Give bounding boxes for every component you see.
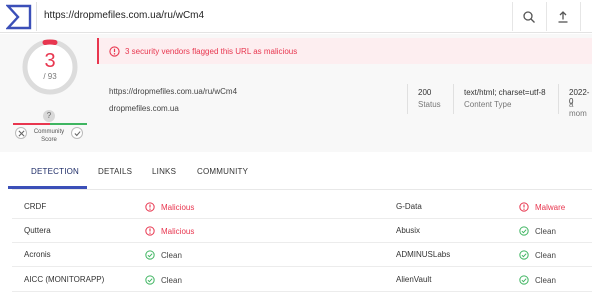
vendor-name: G-Data [396, 195, 422, 219]
url-search-box[interactable]: https://dropmefiles.com.ua/ru/wCm4 [36, 2, 592, 31]
alert-circle-icon [145, 226, 155, 236]
check-circle-icon [145, 275, 155, 285]
check-icon [74, 130, 81, 136]
vendor-name: CRDF [24, 195, 46, 219]
vendor-result-text: Clean [161, 250, 182, 260]
vendor-result: Malicious [145, 195, 194, 219]
vendor-result: Malware [519, 195, 565, 219]
tab-details[interactable]: DETAILS [98, 156, 132, 190]
vendor-name-text: G-Data [396, 202, 422, 211]
vendor-result-text: Clean [535, 226, 556, 236]
detection-score-count: 3 [44, 50, 56, 72]
community-score-bar [13, 123, 87, 125]
close-icon [18, 130, 24, 136]
vendor-name: AICC (MONITORAPP) [24, 268, 104, 292]
apps-button[interactable] [580, 2, 592, 31]
vote-malicious-button[interactable] [71, 127, 83, 139]
vendor-name-text: Abusix [396, 226, 421, 235]
community-score-label: Community Score [33, 129, 65, 143]
vendor-name-text: AICC (MONITORAPP) [24, 275, 105, 284]
vendor-result-text: Clean [161, 275, 182, 285]
virustotal-logo-icon[interactable] [6, 4, 32, 30]
malicious-alert-banner: 3 security vendors flagged this URL as m… [97, 38, 592, 64]
vendor-name: AlienVault [396, 268, 431, 292]
vendor-name: Acronis [24, 243, 51, 267]
last-analysis-date-label: a mom [569, 100, 587, 118]
search-button[interactable] [512, 2, 544, 31]
check-circle-icon [519, 226, 529, 236]
active-tab-indicator [8, 186, 87, 189]
search-icon [522, 10, 535, 23]
vendor-result: Malicious [145, 219, 194, 243]
table-row: AICC (MONITORAPP) Clean AlienVault Clean [12, 268, 592, 292]
table-row: Acronis Clean ADMINUSLabs Clean [12, 243, 592, 267]
vendor-result-text: Clean [535, 275, 556, 285]
vendor-result: Clean [145, 243, 182, 267]
vendor-name-text: Quttera [24, 226, 51, 235]
tab-community[interactable]: COMMUNITY [197, 156, 248, 190]
alert-circle-icon [519, 202, 529, 212]
vote-harmless-button[interactable] [15, 127, 27, 139]
scanned-domain[interactable]: dropmefiles.com.ua [109, 104, 179, 113]
content-type-value: text/html; charset=utf-8 [464, 88, 546, 97]
search-url-text[interactable]: https://dropmefiles.com.ua/ru/wCm4 [44, 10, 204, 21]
divider [453, 84, 454, 114]
vendor-name: Quttera [24, 219, 51, 243]
alert-circle-icon [145, 202, 155, 212]
vendor-result-text: Malicious [161, 226, 195, 236]
vendor-name-text: ADMINUSLabs [396, 250, 451, 259]
vendor-name: ADMINUSLabs [396, 243, 450, 267]
upload-icon [558, 10, 567, 23]
divider [407, 84, 408, 114]
vendor-result-text: Malicious [161, 202, 195, 212]
vendor-result-text: Malware [535, 202, 566, 212]
upload-button[interactable] [546, 2, 578, 31]
status-label: Status [418, 100, 441, 109]
vendor-name-text: AlienVault [396, 275, 432, 284]
detection-score-total: / 93 [43, 72, 57, 81]
vendor-name-text: CRDF [24, 202, 47, 211]
alert-circle-icon [109, 45, 120, 57]
vendor-result: Clean [519, 243, 556, 267]
vendor-name: Abusix [396, 219, 420, 243]
vendor-result-text: Clean [535, 250, 556, 260]
vendor-result: Clean [519, 219, 556, 243]
table-row: CRDF Malicious G-Data Malware [12, 195, 592, 219]
community-score-value: ? [43, 110, 55, 122]
top-bar: https://dropmefiles.com.ua/ru/wCm4 [0, 0, 592, 33]
check-circle-icon [519, 275, 529, 285]
table-row: Quttera Malicious Abusix Clean [12, 219, 592, 243]
content-type-label: Content Type [464, 100, 512, 109]
check-circle-icon [145, 250, 155, 260]
tab-detection[interactable]: DETECTION [31, 156, 79, 190]
report-tabs: DETECTION DETAILS LINKS COMMUNITY [12, 156, 592, 190]
divider [558, 84, 559, 114]
tab-links[interactable]: LINKS [152, 156, 176, 190]
status-value: 200 [418, 88, 432, 97]
scanned-url: https://dropmefiles.com.ua/ru/wCm4 [109, 87, 238, 96]
vendor-result: Clean [519, 268, 556, 292]
alert-text: 3 security vendors flagged this URL as m… [125, 46, 298, 56]
vendor-name-text: Acronis [24, 250, 51, 259]
check-circle-icon [519, 250, 529, 260]
vendor-result: Clean [145, 268, 182, 292]
